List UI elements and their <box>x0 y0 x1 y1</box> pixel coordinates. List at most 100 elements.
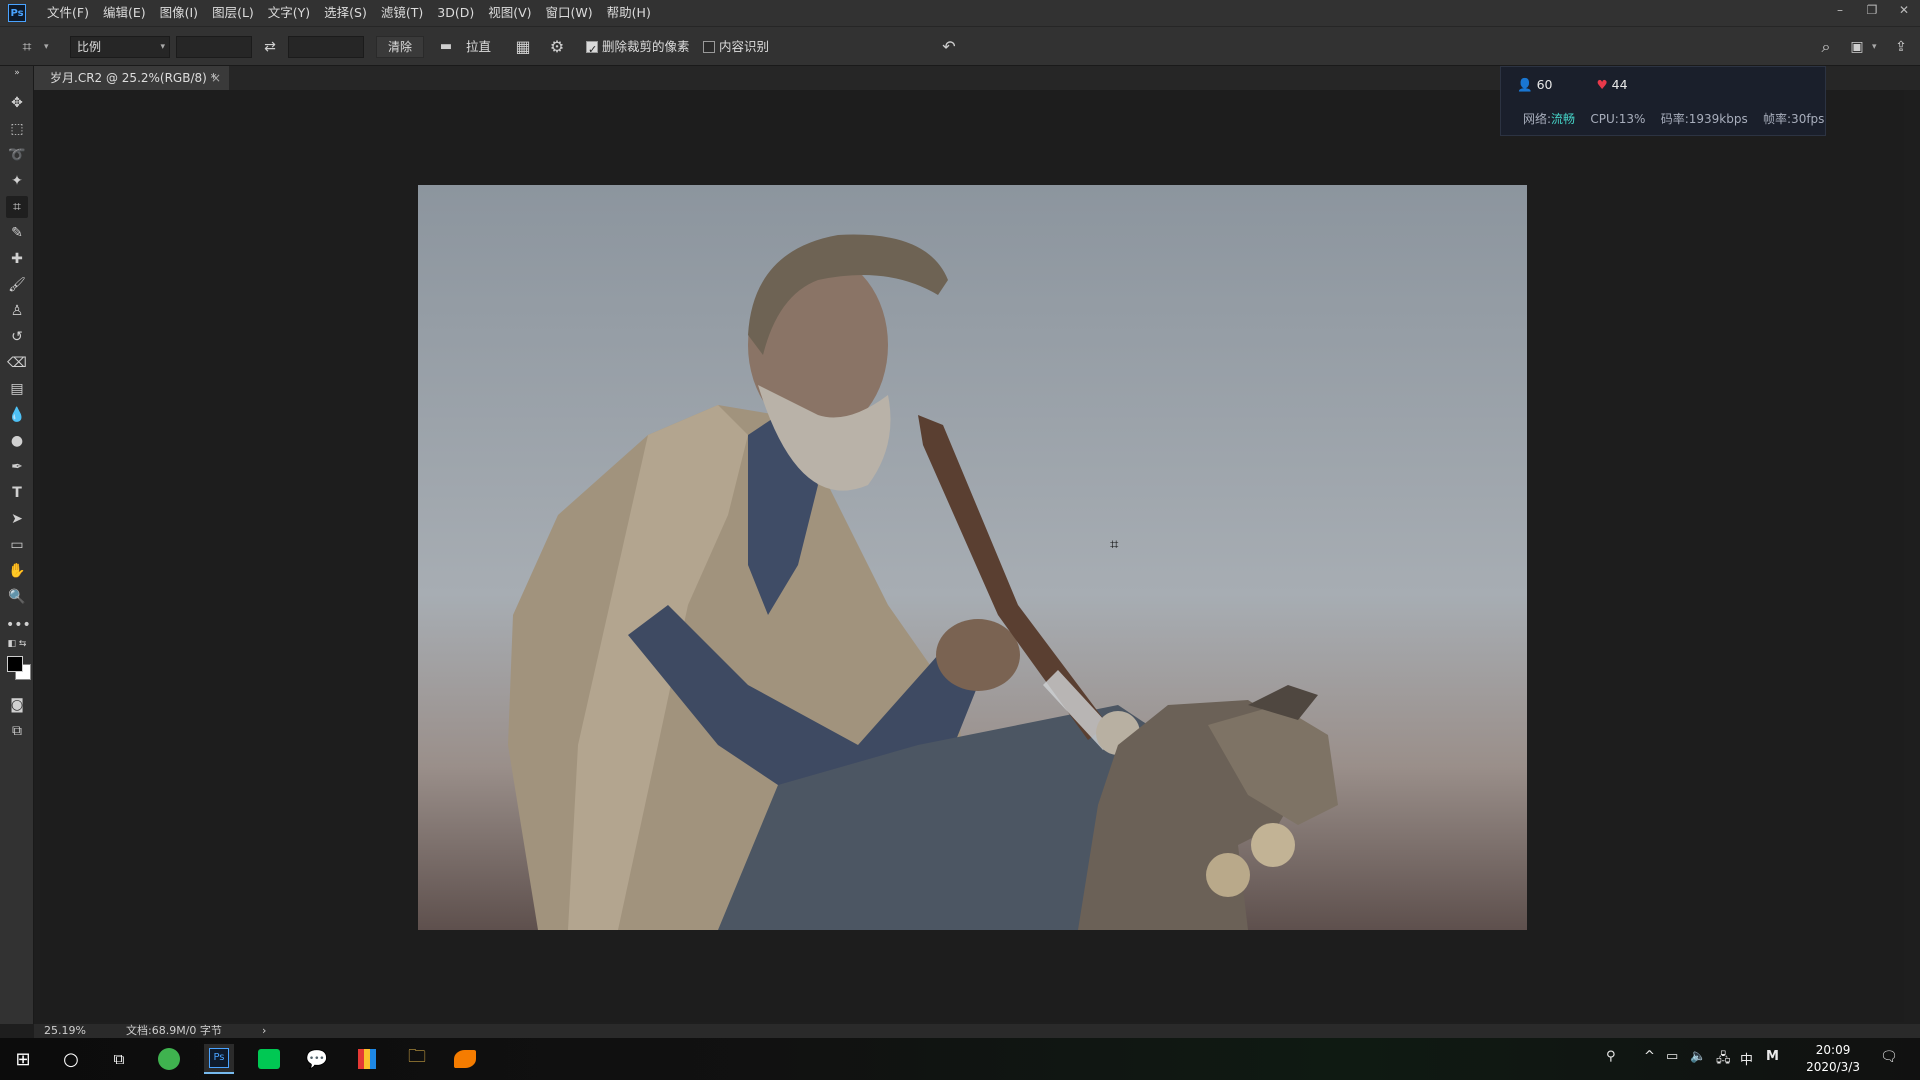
grid-overlay-icon[interactable]: ▦ <box>512 36 534 58</box>
store-app-icon[interactable] <box>352 1044 382 1074</box>
crop-tool-preset-icon[interactable]: ⌗ <box>16 36 38 58</box>
pen-tool-icon[interactable]: ✒ <box>6 456 28 478</box>
brush-tool-icon[interactable]: 🖌 <box>6 274 28 296</box>
ratio-select[interactable]: 比例 ▾ <box>70 36 170 58</box>
status-menu-arrow[interactable]: › <box>262 1024 266 1038</box>
menu-select[interactable]: 选择(S) <box>317 0 374 26</box>
more-tools-icon[interactable]: ••• <box>6 614 31 636</box>
ime-indicator[interactable]: 中 <box>1740 1049 1753 1068</box>
photoshop-logo-icon[interactable]: Ps <box>8 4 26 22</box>
notification-icon[interactable]: 🗨 <box>1880 1049 1898 1065</box>
history-brush-tool-icon[interactable]: ↺ <box>6 326 28 348</box>
bitrate: 码率:1939kbps <box>1660 112 1748 126</box>
stream-stats-overlay: 👤 60 ♥ 44 网络:流畅 CPU:13% 码率:1939kbps 帧率:3… <box>1500 66 1826 136</box>
delete-cropped-label: 删除裁剪的像素 <box>602 39 690 54</box>
network-status: 流畅 <box>1551 112 1576 126</box>
menu-help[interactable]: 帮助(H) <box>600 0 658 26</box>
quick-mask-icon[interactable]: ◙ <box>6 694 28 716</box>
default-colors-icon[interactable]: ◧ ⇆ <box>6 638 28 650</box>
battery-icon[interactable]: ▭ <box>1666 1049 1678 1064</box>
clone-stamp-tool-icon[interactable]: ♙ <box>6 300 28 322</box>
wechat-icon[interactable]: 💬 <box>302 1044 332 1074</box>
menu-filter[interactable]: 滤镜(T) <box>374 0 430 26</box>
clear-button[interactable]: 清除 <box>376 36 424 58</box>
restore-button[interactable]: ❐ <box>1856 0 1888 22</box>
swap-icon[interactable]: ⇄ <box>260 36 280 58</box>
menu-layer[interactable]: 图层(L) <box>205 0 261 26</box>
window-controls: – ❐ ✕ <box>1824 0 1920 22</box>
blur-tool-icon[interactable]: 💧 <box>6 404 28 426</box>
height-field[interactable] <box>288 36 364 58</box>
media-app-icon[interactable] <box>450 1044 480 1074</box>
menu-edit[interactable]: 编辑(E) <box>96 0 153 26</box>
file-explorer-icon[interactable]: 🗀 <box>402 1044 432 1074</box>
chevron-up-icon[interactable]: ^ <box>1644 1049 1655 1064</box>
iqiyi-icon[interactable] <box>254 1044 284 1074</box>
status-bar: 25.19% 文档:68.9M/0 字节 › <box>34 1024 1920 1038</box>
gear-icon[interactable]: ⚙ <box>546 36 568 58</box>
level-icon[interactable]: ▬ <box>436 36 456 58</box>
crop-cursor-icon: ⌗ <box>1110 535 1119 553</box>
tools-panel: » ✥ ⬚ ➰ ✦ ⌗ ✎ ✚ 🖌 ♙ ↺ ⌫ ▤ 💧 ● ✒ T ➤ ▭ ✋ … <box>0 66 34 1024</box>
minimize-button[interactable]: – <box>1824 0 1856 22</box>
foreground-color-swatch[interactable] <box>7 656 23 672</box>
screen-mode-icon[interactable]: ⧉ <box>6 720 28 742</box>
menu-file[interactable]: 文件(F) <box>40 0 96 26</box>
windows-taskbar: ⊞ ○ ⧉ Ps 💬 🗀 ⚲ ^ ▭ 🔈 🖧 中 M 20:09 2020/3/… <box>0 1038 1920 1080</box>
marquee-tool-icon[interactable]: ⬚ <box>6 118 28 140</box>
task-view-icon[interactable]: ⧉ <box>104 1044 134 1074</box>
straighten-button[interactable]: 拉直 <box>466 36 496 58</box>
move-tool-icon[interactable]: ✥ <box>6 92 28 114</box>
360-browser-icon[interactable] <box>154 1044 184 1074</box>
framerate: 帧率:30fps <box>1763 112 1825 126</box>
share-icon[interactable]: ⇪ <box>1890 36 1912 58</box>
zoom-tool-icon[interactable]: 🔍 <box>6 586 28 608</box>
menu-3d[interactable]: 3D(D) <box>430 0 481 26</box>
content-aware-option[interactable]: 内容识别 <box>703 36 769 58</box>
chevron-down-icon[interactable]: ▾ <box>44 36 54 58</box>
photoshop-taskbar-icon[interactable]: Ps <box>204 1044 234 1074</box>
path-selection-tool-icon[interactable]: ➤ <box>6 508 28 530</box>
likes-count: 44 <box>1611 77 1628 92</box>
close-tab-icon[interactable]: × <box>211 66 221 90</box>
dodge-tool-icon[interactable]: ● <box>6 430 28 452</box>
hand-tool-icon[interactable]: ✋ <box>6 560 28 582</box>
menu-type[interactable]: 文字(Y) <box>261 0 317 26</box>
eraser-tool-icon[interactable]: ⌫ <box>6 352 28 374</box>
search-icon[interactable]: ⌕ <box>1815 36 1837 58</box>
document-tab-title: 岁月.CR2 @ 25.2%(RGB/8) * <box>50 71 217 85</box>
reset-icon[interactable]: ↶ <box>938 36 960 58</box>
delete-cropped-pixels-option[interactable]: 删除裁剪的像素 <box>586 36 690 61</box>
document-image[interactable] <box>418 185 1527 930</box>
volume-icon[interactable]: 🔈 <box>1690 1049 1706 1064</box>
rectangle-tool-icon[interactable]: ▭ <box>6 534 28 556</box>
chevron-down-icon[interactable]: ▾ <box>1872 36 1882 58</box>
viewers-likes-row: 👤 60 ♥ 44 <box>1517 77 1628 93</box>
ime-mode-indicator[interactable]: M <box>1766 1049 1779 1064</box>
healing-brush-tool-icon[interactable]: ✚ <box>6 248 28 270</box>
network-icon[interactable]: 🖧 <box>1716 1049 1731 1071</box>
menu-window[interactable]: 窗口(W) <box>539 0 600 26</box>
search-circle-icon[interactable]: ○ <box>56 1044 86 1074</box>
eyedropper-tool-icon[interactable]: ✎ <box>6 222 28 244</box>
collapse-toolbar-icon[interactable]: » <box>6 68 28 78</box>
gradient-tool-icon[interactable]: ▤ <box>6 378 28 400</box>
width-field[interactable] <box>176 36 252 58</box>
people-icon[interactable]: ⚲ <box>1606 1049 1616 1064</box>
options-bar: ⌗ ▾ 比例 ▾ ⇄ 清除 ▬ 拉直 ▦ ⚙ 删除裁剪的像素 内容识别 ↶ ⌕ … <box>0 26 1920 66</box>
content-aware-checkbox[interactable] <box>703 40 715 53</box>
system-clock[interactable]: 20:09 2020/3/3 <box>1806 1042 1860 1076</box>
network-label: 网络: <box>1523 112 1552 126</box>
magic-wand-tool-icon[interactable]: ✦ <box>6 170 28 192</box>
menu-view[interactable]: 视图(V) <box>481 0 538 26</box>
menu-image[interactable]: 图像(I) <box>153 0 205 26</box>
workspace-icon[interactable]: ▣ <box>1846 36 1868 58</box>
type-tool-icon[interactable]: T <box>6 482 28 504</box>
document-tab[interactable]: 岁月.CR2 @ 25.2%(RGB/8) * × <box>34 66 229 90</box>
windows-start-icon[interactable]: ⊞ <box>8 1044 38 1074</box>
delete-cropped-checkbox[interactable] <box>586 39 598 61</box>
zoom-level[interactable]: 25.19% <box>44 1024 86 1038</box>
lasso-tool-icon[interactable]: ➰ <box>6 144 28 166</box>
close-button[interactable]: ✕ <box>1888 0 1920 22</box>
crop-tool-icon[interactable]: ⌗ <box>6 196 28 218</box>
